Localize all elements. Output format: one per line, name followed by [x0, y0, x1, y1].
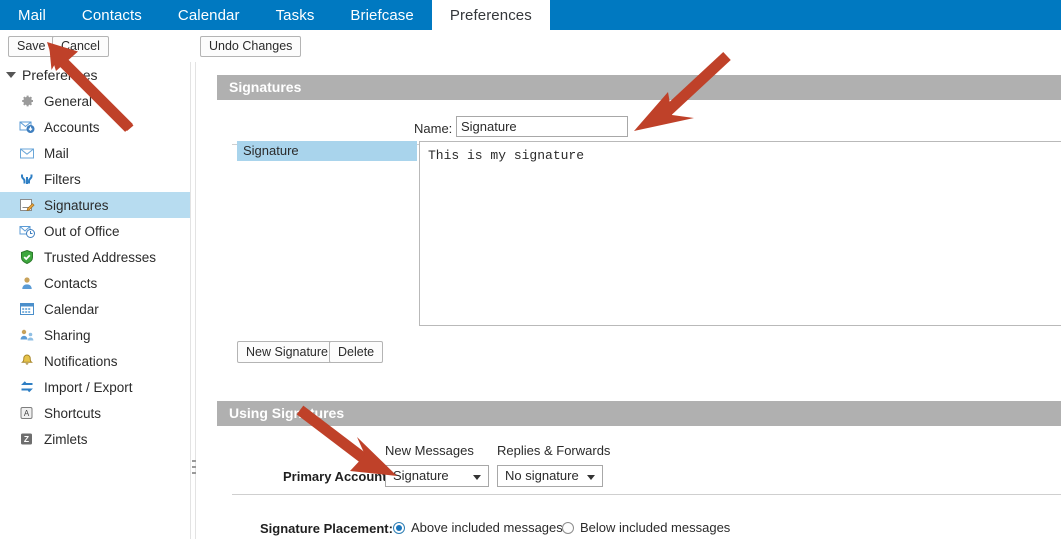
zimbra-preferences-window: Mail Contacts Calendar Tasks Briefcase P…	[0, 0, 1061, 539]
out-of-office-icon	[19, 226, 35, 238]
sidebar-root-preferences[interactable]: Preferences	[0, 62, 190, 88]
sidebar-item-sharing[interactable]: Sharing	[0, 322, 190, 348]
keyboard-key-icon: A	[20, 407, 33, 419]
using-signatures-section-header: Using Signatures	[217, 401, 1061, 426]
shield-icon	[21, 249, 33, 265]
sidebar-item-label: Signatures	[44, 197, 109, 213]
sidebar-item-label: Calendar	[44, 301, 99, 317]
list-item[interactable]: Signature	[237, 141, 417, 161]
sidebar-item-mail[interactable]: Mail	[0, 140, 190, 166]
signature-list[interactable]: Signature	[237, 141, 417, 324]
preferences-content: Signatures Name: Signature This is my si…	[197, 62, 1061, 539]
save-button[interactable]: Save	[8, 36, 55, 57]
svg-text:Z: Z	[24, 434, 29, 444]
contact-icon	[22, 277, 32, 289]
tab-preferences[interactable]: Preferences	[431, 0, 550, 30]
sidebar-item-label: Shortcuts	[44, 405, 102, 421]
gear-icon	[22, 95, 33, 107]
replies-signature-dropdown[interactable]: No signature	[497, 465, 603, 487]
sidebar-item-label: Contacts	[44, 275, 98, 291]
sidebar-item-label: General	[44, 93, 93, 109]
import-export-icon	[21, 381, 33, 393]
chevron-down-icon	[6, 72, 16, 78]
sidebar-item-label: Zimlets	[44, 431, 88, 447]
calendar-icon	[20, 303, 34, 315]
sidebar-item-calendar[interactable]: Calendar	[0, 296, 190, 322]
sidebar-item-zimlets[interactable]: Z Zimlets	[0, 426, 190, 452]
radio-above-included-messages[interactable]: Above included messages	[393, 520, 563, 535]
signature-body-textarea[interactable]: This is my signature	[419, 141, 1061, 326]
sidebar-item-import-export[interactable]: Import / Export	[0, 374, 190, 400]
sidebar-item-label: Filters	[44, 171, 81, 187]
column-header-replies-forwards: Replies & Forwards	[497, 443, 611, 458]
envelope-icon	[20, 148, 34, 159]
sidebar-item-accounts[interactable]: Accounts	[0, 114, 190, 140]
primary-account-label: Primary Account:	[283, 469, 391, 484]
chevron-down-icon	[473, 475, 481, 480]
sidebar-item-trusted-addresses[interactable]: Trusted Addresses	[0, 244, 190, 270]
radio-selected-icon	[393, 521, 405, 534]
signature-icon	[20, 199, 35, 212]
radio-below-label: Below included messages	[580, 520, 731, 535]
sidebar-item-label: Trusted Addresses	[44, 249, 157, 265]
sidebar-item-signatures[interactable]: Signatures	[0, 192, 190, 218]
tab-mail[interactable]: Mail	[0, 0, 64, 30]
radio-above-label: Above included messages	[411, 520, 563, 535]
sidebar-item-filters[interactable]: Filters	[0, 166, 190, 192]
accounts-icon	[19, 121, 35, 133]
zimlets-icon: Z	[21, 433, 32, 445]
undo-changes-button[interactable]: Undo Changes	[200, 36, 302, 57]
signatures-section-header: Signatures	[217, 75, 1061, 100]
sidebar-splitter[interactable]	[190, 62, 196, 539]
sidebar-item-label: Out of Office	[44, 223, 120, 239]
delete-signature-button[interactable]: Delete	[329, 341, 384, 363]
sidebar-item-out-of-office[interactable]: Out of Office	[0, 218, 190, 244]
new-messages-signature-dropdown[interactable]: Signature	[385, 465, 489, 487]
filters-icon	[21, 174, 33, 184]
new-messages-signature-value: Signature	[393, 468, 449, 483]
splitter-grip-icon	[192, 460, 196, 482]
bell-icon	[21, 354, 33, 365]
sidebar-item-contacts[interactable]: Contacts	[0, 270, 190, 296]
sidebar-item-label: Import / Export	[44, 379, 133, 395]
tab-contacts[interactable]: Contacts	[64, 0, 160, 30]
divider	[232, 494, 1061, 495]
preferences-toolbar	[0, 30, 1061, 62]
sidebar-item-label: Sharing	[44, 327, 91, 343]
sidebar-item-notifications[interactable]: Notifications	[0, 348, 190, 374]
replies-signature-value: No signature	[505, 468, 579, 483]
signature-name-input[interactable]	[456, 116, 628, 137]
sidebar-item-general[interactable]: General	[0, 88, 190, 114]
preferences-sidebar: Preferences General Accounts Mail Filter…	[0, 62, 190, 539]
sidebar-root-label: Preferences	[22, 67, 98, 83]
tab-calendar[interactable]: Calendar	[160, 0, 258, 30]
tab-tasks[interactable]: Tasks	[258, 0, 333, 30]
name-label: Name:	[414, 121, 453, 136]
cancel-button[interactable]: Cancel	[52, 36, 109, 57]
signature-placement-label: Signature Placement:	[260, 521, 393, 536]
svg-text:A: A	[24, 409, 30, 418]
new-signature-button[interactable]: New Signature	[237, 341, 337, 363]
tab-briefcase[interactable]: Briefcase	[332, 0, 431, 30]
sidebar-item-shortcuts[interactable]: A Shortcuts	[0, 400, 190, 426]
radio-unselected-icon	[562, 521, 574, 534]
main-navigation-bar: Mail Contacts Calendar Tasks Briefcase P…	[0, 0, 1061, 30]
sidebar-item-label: Mail	[44, 145, 69, 161]
sharing-icon	[20, 329, 34, 341]
column-header-new-messages: New Messages	[385, 443, 474, 458]
radio-below-included-messages[interactable]: Below included messages	[562, 520, 730, 535]
sidebar-item-label: Accounts	[44, 119, 100, 135]
sidebar-item-label: Notifications	[44, 353, 118, 369]
chevron-down-icon	[587, 475, 595, 480]
